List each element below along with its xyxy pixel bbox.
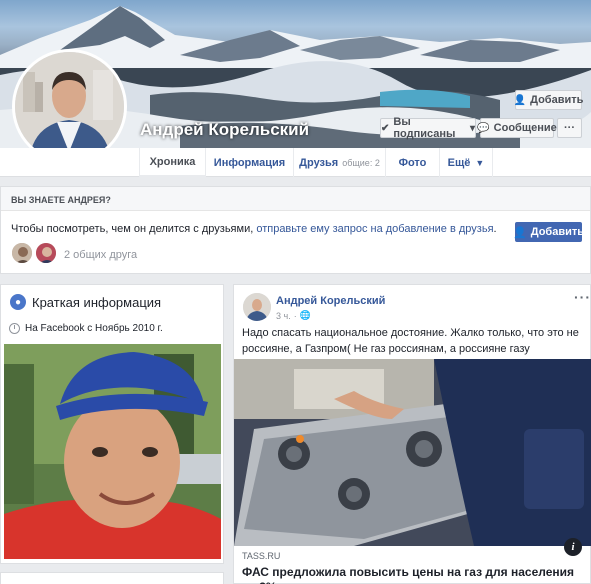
post-meta: 3 ч. · 🌐 <box>276 310 311 321</box>
add-friend-button[interactable]: 👤 Добавить <box>513 90 584 110</box>
next-panel-edge <box>0 572 224 584</box>
tab-more[interactable]: Ещё ▼ <box>439 148 493 177</box>
post-timestamp[interactable]: 3 ч. <box>276 311 291 321</box>
profile-name[interactable]: Андрей Корельский <box>140 120 309 140</box>
intro-title-text: Краткая информация <box>32 294 162 310</box>
post-options-button[interactable]: ··· <box>574 289 591 305</box>
tab-friends[interactable]: Друзья общие: 2 <box>293 148 385 177</box>
joined-date: На Facebook с Ноябрь 2010 г. <box>9 323 163 334</box>
checkmark-icon: ✔ <box>381 122 390 134</box>
add-friend-primary-label: Добавить <box>530 226 584 238</box>
mutual-friend-avatar[interactable] <box>35 242 57 264</box>
clock-icon <box>9 323 20 334</box>
add-friend-icon: 👤 <box>513 94 527 106</box>
link-source: TASS.RU <box>242 551 281 561</box>
globe-icon: ● <box>10 294 26 310</box>
messenger-icon: 💬 <box>477 122 490 134</box>
tab-friends-label: Друзья <box>299 156 339 169</box>
info-icon[interactable]: i <box>564 538 582 556</box>
post-author-name[interactable]: Андрей Корельский <box>276 295 385 307</box>
message-label: Сообщение <box>493 122 557 134</box>
profile-tab-bar: Хроника Информация Друзья общие: 2 Фото … <box>0 148 591 177</box>
public-globe-icon: 🌐 <box>299 310 311 320</box>
more-options-label: ··· <box>564 122 575 134</box>
intro-title: ● Краткая информация <box>10 294 161 310</box>
message-button[interactable]: 💬 Сообщение <box>477 118 557 138</box>
intro-photo[interactable] <box>4 344 221 559</box>
send-request-link[interactable]: отправьте ему запрос на добавление в дру… <box>256 223 493 235</box>
tab-photos[interactable]: Фото <box>385 148 439 177</box>
timeline-post: Андрей Корельский 3 ч. · 🌐 ··· Надо спас… <box>233 284 591 584</box>
more-options-button[interactable]: ··· <box>557 118 582 138</box>
chevron-down-icon: ▼ <box>475 157 485 168</box>
add-friend-icon: 👤 <box>513 226 527 239</box>
link-headline[interactable]: ФАС предложила повысить цены на газ для … <box>242 565 587 584</box>
tab-more-label: Ещё <box>447 156 471 169</box>
mutual-friends-count: общие: 2 <box>342 157 380 168</box>
tab-timeline[interactable]: Хроника <box>139 148 205 177</box>
subscribed-button[interactable]: ✔ Вы подписаны ▾ <box>380 116 476 140</box>
post-author-avatar[interactable] <box>243 293 271 321</box>
tab-about[interactable]: Информация <box>205 148 293 177</box>
know-user-text-end: . <box>493 223 497 235</box>
know-user-text-start: Чтобы посмотреть, чем он делится с друзь… <box>11 223 257 235</box>
add-friend-label: Добавить <box>530 94 584 106</box>
chevron-down-icon: ▾ <box>469 122 475 134</box>
tab-about-label: Информация <box>213 156 286 169</box>
post-text: Надо спасать национальное достояние. Жал… <box>242 327 579 355</box>
profile-avatar[interactable] <box>12 49 127 164</box>
subscribed-label: Вы подписаны <box>393 116 456 140</box>
tab-timeline-label: Хроника <box>149 155 196 168</box>
know-user-header: ВЫ ЗНАЕТЕ АНДРЕЯ? <box>1 187 590 211</box>
know-user-text: Чтобы посмотреть, чем он делится с друзь… <box>11 223 497 235</box>
mutual-friends-text[interactable]: 2 общих друга <box>64 249 137 261</box>
link-preview-image[interactable] <box>234 359 591 546</box>
mutual-friend-avatar[interactable] <box>11 242 33 264</box>
intro-panel: ● Краткая информация На Facebook с Ноябр… <box>0 284 224 564</box>
dot-separator: · <box>293 310 297 321</box>
add-friend-primary-button[interactable]: 👤 Добавить <box>513 222 584 242</box>
tab-photos-label: Фото <box>398 156 427 169</box>
joined-date-text: На Facebook с Ноябрь 2010 г. <box>25 323 163 334</box>
know-user-box: ВЫ ЗНАЕТЕ АНДРЕЯ? Чтобы посмотреть, чем … <box>0 186 591 274</box>
